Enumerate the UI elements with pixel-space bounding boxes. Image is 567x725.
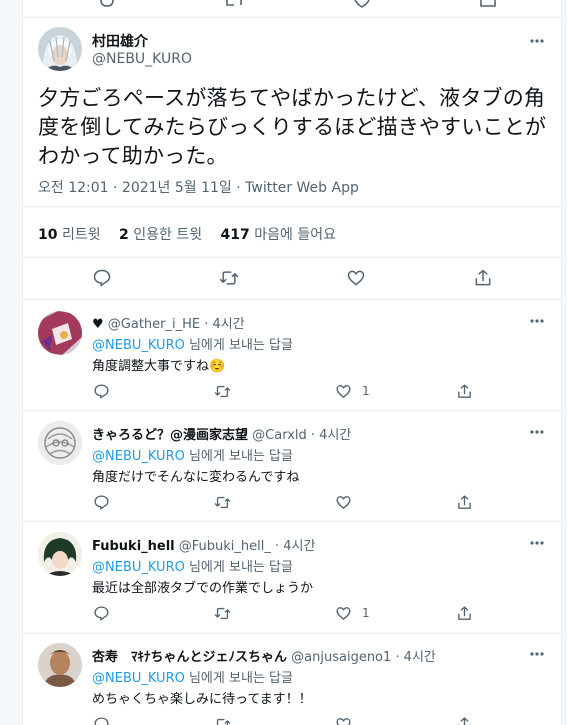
tweet-stats: 10 리트윗 2 인용한 트윗 417 마음에 들어요 <box>38 224 350 244</box>
tweet-text-line-2: 度を倒してみたらびっくりするほど描きやすいことが <box>38 115 547 139</box>
share-icon[interactable] <box>455 493 473 511</box>
replying-to: @NEBU_KURO 님에게 보내는 답글 <box>92 556 293 575</box>
reply-author-handle[interactable]: @Fubuki_hell_ · 4시간 <box>179 539 316 554</box>
like-count: 1 <box>362 384 370 398</box>
retweets-label[interactable]: 리트윗 <box>62 227 101 243</box>
share-icon[interactable] <box>455 604 473 622</box>
share-icon[interactable] <box>455 382 473 400</box>
previous-tweet-actions <box>23 0 561 18</box>
divider <box>23 410 561 411</box>
reply-author-name[interactable]: Fubuki_hell <box>92 539 175 554</box>
reply-text: 角度だけでそんなに変わるんですね <box>92 470 300 485</box>
avatar[interactable] <box>38 27 82 71</box>
retweet-icon[interactable] <box>213 493 231 511</box>
divider <box>23 206 561 207</box>
like-icon[interactable] <box>334 715 352 725</box>
reply-header: きゃろるど？@漫画家志望 @Carxld · 4시간 <box>92 424 351 443</box>
reply-header: Fubuki_hell @Fubuki_hell_ · 4시간 <box>92 535 315 554</box>
more-icon[interactable] <box>527 311 547 331</box>
timeline-column: 村田雄介 @NEBU_KURO 夕方ごろペースが落ちてやばかったけど、液タブの角… <box>22 0 562 725</box>
author-name[interactable]: 村田雄介 <box>92 31 148 51</box>
reply-header: 杏寿 ﾏｷﾅちゃんとジェﾉスちゃん @anjusaigeno1 · 4시간 <box>92 646 436 665</box>
like-icon[interactable] <box>334 604 352 622</box>
share-icon[interactable] <box>479 0 497 8</box>
replying-mention[interactable]: @NEBU_KURO <box>92 338 185 353</box>
reply-icon[interactable] <box>92 493 110 511</box>
retweet-icon[interactable] <box>213 382 231 400</box>
reply-icon[interactable] <box>92 715 110 725</box>
like-icon[interactable] <box>345 267 367 289</box>
tweet-timestamp[interactable]: 오전 12:01 · 2021년 5월 11일 · Twitter Web Ap… <box>38 177 359 197</box>
avatar[interactable] <box>38 311 82 355</box>
avatar[interactable] <box>38 421 82 465</box>
replying-to: @NEBU_KURO 님에게 보내는 답글 <box>92 445 293 464</box>
reply-author-handle[interactable]: @Gather_i_HE · 4시간 <box>108 317 245 332</box>
reply-header: ♥ @Gather_i_HE · 4시간 <box>92 313 245 332</box>
replying-mention[interactable]: @NEBU_KURO <box>92 560 185 575</box>
replying-to: @NEBU_KURO 님에게 보내는 답글 <box>92 334 293 353</box>
reply-text: めちゃくちゃ楽しみに待ってます！！ <box>92 692 312 707</box>
reply-author-name[interactable]: きゃろるど？@漫画家志望 <box>92 428 248 443</box>
likes-label[interactable]: 마음에 들어요 <box>254 227 336 243</box>
like-icon[interactable] <box>334 493 352 511</box>
more-icon[interactable] <box>527 644 547 664</box>
replying-suffix: 님에게 보내는 답글 <box>188 449 293 464</box>
more-icon[interactable] <box>527 31 547 51</box>
more-icon[interactable] <box>527 422 547 442</box>
likes-count[interactable]: 417 <box>221 227 250 243</box>
replying-suffix: 님에게 보내는 답글 <box>188 338 293 353</box>
retweets-count[interactable]: 10 <box>38 227 57 243</box>
avatar[interactable] <box>38 532 82 576</box>
divider <box>23 299 561 300</box>
divider <box>23 521 561 522</box>
quotes-label[interactable]: 인용한 트윗 <box>133 227 202 243</box>
more-icon[interactable] <box>527 533 547 553</box>
reply-icon[interactable] <box>92 382 110 400</box>
replying-suffix: 님에게 보내는 답글 <box>188 671 293 686</box>
share-icon[interactable] <box>472 267 494 289</box>
reply-text: 最近は全部液タブでの作業でしょうか <box>92 581 314 596</box>
retweet-icon[interactable] <box>213 604 231 622</box>
reply-author-name[interactable]: 杏寿 ﾏｷﾅちゃんとジェﾉスちゃん <box>92 650 287 665</box>
retweet-icon[interactable] <box>225 0 243 8</box>
avatar[interactable] <box>38 643 82 687</box>
quotes-count[interactable]: 2 <box>119 227 129 243</box>
reply-icon[interactable] <box>91 267 113 289</box>
reply-author-handle[interactable]: @anjusaigeno1 · 4시간 <box>291 650 436 665</box>
tweet-text: 夕方ごろペースが落ちてやばかったけど、液タブの角 度を倒してみたらびっくりするほ… <box>38 84 558 171</box>
divider <box>23 633 561 634</box>
reply-icon[interactable] <box>92 604 110 622</box>
retweet-icon[interactable] <box>218 267 240 289</box>
replying-to: @NEBU_KURO 님에게 보내는 답글 <box>92 667 293 686</box>
replying-mention[interactable]: @NEBU_KURO <box>92 671 185 686</box>
reply-icon[interactable] <box>98 0 116 8</box>
replying-suffix: 님에게 보내는 답글 <box>188 560 293 575</box>
share-icon[interactable] <box>455 715 473 725</box>
reply-text: 角度調整大事ですね☺️ <box>92 359 226 374</box>
retweet-icon[interactable] <box>213 715 231 725</box>
divider <box>23 257 561 258</box>
like-count: 1 <box>362 606 370 620</box>
reply-author-name[interactable]: ♥ <box>92 317 104 332</box>
author-handle[interactable]: @NEBU_KURO <box>92 51 192 67</box>
tweet-text-line-3: わかって助かった。 <box>38 144 228 168</box>
reply-author-handle[interactable]: @Carxld · 4시간 <box>252 428 351 443</box>
tweet-text-line-1: 夕方ごろペースが落ちてやばかったけど、液タブの角 <box>38 86 546 110</box>
replying-mention[interactable]: @NEBU_KURO <box>92 449 185 464</box>
like-icon[interactable] <box>334 382 352 400</box>
like-icon[interactable] <box>353 0 371 8</box>
